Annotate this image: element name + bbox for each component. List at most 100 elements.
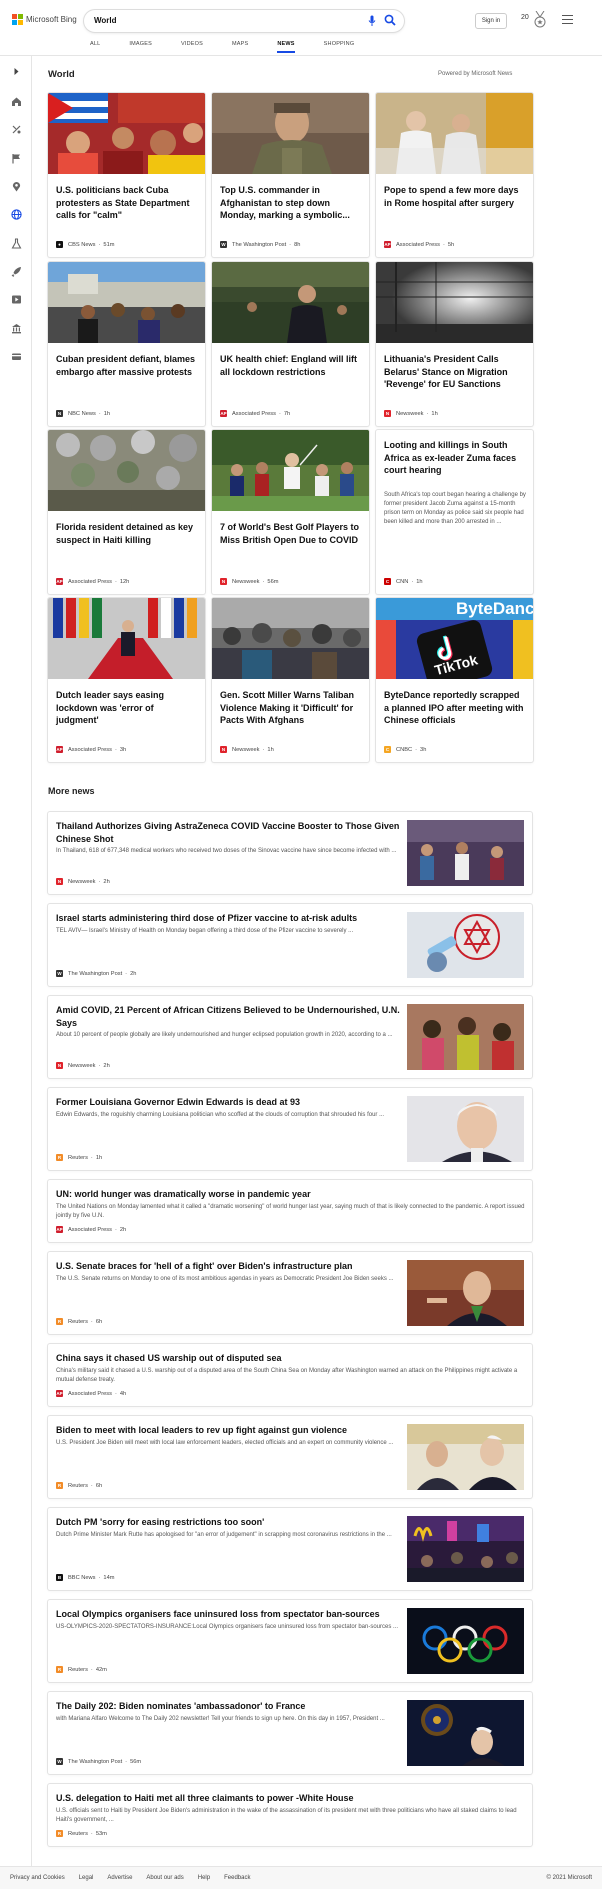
card-title[interactable]: Florida resident detained as key suspect… bbox=[56, 521, 198, 546]
tab-news[interactable]: NEWS bbox=[277, 41, 295, 53]
card-title[interactable]: U.S. politicians back Cuba protesters as… bbox=[56, 184, 198, 222]
row-description: with Mariana Alfaro Welcome to The Daily… bbox=[56, 1716, 385, 1722]
news-row[interactable]: U.S. Senate braces for 'hell of a fight'… bbox=[48, 1252, 532, 1334]
news-row[interactable]: Israel starts administering third dose o… bbox=[48, 904, 532, 986]
news-row[interactable]: Former Louisiana Governor Edwin Edwards … bbox=[48, 1088, 532, 1170]
expand-icon[interactable] bbox=[10, 65, 22, 77]
news-image bbox=[212, 93, 369, 174]
row-title[interactable]: U.S. delegation to Haiti met all three c… bbox=[56, 1792, 516, 1805]
row-title[interactable]: The Daily 202: Biden nominates 'ambassad… bbox=[56, 1700, 406, 1713]
home-icon[interactable] bbox=[10, 95, 22, 107]
row-source: R Reuters · 42m bbox=[56, 1666, 107, 1673]
news-image bbox=[48, 93, 205, 174]
tab-all[interactable]: ALL bbox=[90, 41, 100, 47]
footer-link-about-ads[interactable]: About our ads bbox=[146, 1875, 183, 1881]
row-title[interactable]: China says it chased US warship out of d… bbox=[56, 1352, 516, 1365]
row-title[interactable]: UN: world hunger was dramatically worse … bbox=[56, 1188, 516, 1201]
footer-link-help[interactable]: Help bbox=[198, 1875, 210, 1881]
row-title[interactable]: Israel starts administering third dose o… bbox=[56, 912, 406, 925]
news-row[interactable]: U.S. delegation to Haiti met all three c… bbox=[48, 1784, 532, 1846]
news-row[interactable]: Biden to meet with local leaders to rev … bbox=[48, 1416, 532, 1498]
logo-text: Microsoft Bing bbox=[26, 15, 77, 24]
pin-icon[interactable] bbox=[10, 180, 22, 192]
news-row[interactable]: Dutch PM 'sorry for easing restrictions … bbox=[48, 1508, 532, 1590]
news-row[interactable]: Local Olympics organisers face uninsured… bbox=[48, 1600, 532, 1682]
film-icon[interactable] bbox=[10, 293, 22, 305]
card-title[interactable]: ByteDance reportedly scrapped a planned … bbox=[384, 689, 526, 727]
news-card[interactable]: Gen. Scott Miller Warns Taliban Violence… bbox=[212, 598, 369, 762]
row-title[interactable]: Dutch PM 'sorry for easing restrictions … bbox=[56, 1516, 406, 1529]
row-title[interactable]: Former Louisiana Governor Edwin Edwards … bbox=[56, 1096, 406, 1109]
card-title[interactable]: UK health chief: England will lift all l… bbox=[220, 353, 362, 378]
rocket-icon[interactable] bbox=[10, 265, 22, 277]
card-title[interactable]: 7 of World's Best Golf Players to Miss B… bbox=[220, 521, 362, 546]
news-image bbox=[212, 430, 369, 511]
card-title[interactable]: Dutch leader says easing lockdown was 'e… bbox=[56, 689, 198, 727]
card-source: N Newsweek · 56m bbox=[220, 578, 279, 585]
microphone-icon[interactable] bbox=[368, 15, 376, 27]
sports-icon[interactable] bbox=[10, 123, 22, 135]
row-source: R Reuters · 53m bbox=[56, 1830, 107, 1837]
row-title[interactable]: U.S. Senate braces for 'hell of a fight'… bbox=[56, 1260, 406, 1273]
news-card[interactable]: Pope to spend a few more days in Rome ho… bbox=[376, 93, 533, 257]
globe-icon[interactable] bbox=[10, 208, 22, 220]
news-row[interactable]: China says it chased US warship out of d… bbox=[48, 1344, 532, 1406]
news-card[interactable]: Florida resident detained as key suspect… bbox=[48, 430, 205, 594]
row-title[interactable]: Biden to meet with local leaders to rev … bbox=[56, 1424, 406, 1437]
news-thumbnail bbox=[407, 1424, 524, 1490]
row-title[interactable]: Thailand Authorizes Giving AstraZeneca C… bbox=[56, 820, 406, 845]
row-source: B BBC News · 14m bbox=[56, 1574, 115, 1581]
flag-icon[interactable] bbox=[10, 152, 22, 164]
card-title[interactable]: Lithuania's President Calls Belarus' Sta… bbox=[384, 353, 526, 391]
news-card-text-only[interactable]: Looting and killings in South Africa as … bbox=[376, 430, 533, 594]
card-title[interactable]: Looting and killings in South Africa as … bbox=[384, 439, 526, 477]
card-description: South Africa's top court began hearing a… bbox=[384, 492, 526, 525]
news-card[interactable]: Dutch leader says easing lockdown was 'e… bbox=[48, 598, 205, 762]
news-card[interactable]: Top U.S. commander in Afghanistan to ste… bbox=[212, 93, 369, 257]
tab-images[interactable]: IMAGES bbox=[129, 41, 152, 47]
powered-by[interactable]: Powered by Microsoft News bbox=[438, 71, 512, 77]
news-row[interactable]: The Daily 202: Biden nominates 'ambassad… bbox=[48, 1692, 532, 1774]
footer-link-privacy[interactable]: Privacy and Cookies bbox=[10, 1875, 65, 1881]
tab-shopping[interactable]: SHOPPING bbox=[324, 41, 355, 47]
rewards-medal-icon[interactable] bbox=[533, 11, 547, 29]
news-row[interactable]: Thailand Authorizes Giving AstraZeneca C… bbox=[48, 812, 532, 894]
news-card[interactable]: UK health chief: England will lift all l… bbox=[212, 262, 369, 426]
reuters-logo-icon: R bbox=[56, 1666, 63, 1673]
card-title[interactable]: Gen. Scott Miller Warns Taliban Violence… bbox=[220, 689, 362, 727]
washington-post-logo-icon: W bbox=[220, 241, 227, 248]
search-box[interactable]: World bbox=[84, 10, 404, 32]
bing-logo[interactable]: Microsoft Bing bbox=[12, 14, 77, 25]
science-icon[interactable] bbox=[10, 237, 22, 249]
tab-maps[interactable]: MAPS bbox=[232, 41, 248, 47]
tab-videos[interactable]: VIDEOS bbox=[181, 41, 203, 47]
footer-link-advertise[interactable]: Advertise bbox=[107, 1875, 132, 1881]
footer-links: Privacy and Cookies Legal Advertise Abou… bbox=[10, 1875, 264, 1881]
footer-link-feedback[interactable]: Feedback bbox=[224, 1875, 250, 1881]
newsweek-logo-icon: N bbox=[220, 578, 227, 585]
card-source: N NBC News · 1h bbox=[56, 410, 111, 417]
card-icon[interactable] bbox=[10, 350, 22, 362]
bank-icon[interactable] bbox=[10, 322, 22, 334]
menu-icon[interactable] bbox=[562, 15, 573, 24]
news-card[interactable]: Lithuania's President Calls Belarus' Sta… bbox=[376, 262, 533, 426]
news-row[interactable]: Amid COVID, 21 Percent of African Citize… bbox=[48, 996, 532, 1078]
card-title[interactable]: Pope to spend a few more days in Rome ho… bbox=[384, 184, 526, 209]
search-input[interactable]: World bbox=[94, 16, 117, 25]
card-title[interactable]: Cuban president defiant, blames embargo … bbox=[56, 353, 198, 378]
news-card[interactable]: ByteDanceTikTok ByteDance reportedly scr… bbox=[376, 598, 533, 762]
news-thumbnail bbox=[407, 1004, 524, 1070]
news-row[interactable]: UN: world hunger was dramatically worse … bbox=[48, 1180, 532, 1242]
card-title[interactable]: Top U.S. commander in Afghanistan to ste… bbox=[220, 184, 362, 222]
row-title[interactable]: Local Olympics organisers face uninsured… bbox=[56, 1608, 406, 1621]
sign-in-button[interactable]: Sign in bbox=[475, 13, 507, 29]
footer-link-legal[interactable]: Legal bbox=[79, 1875, 94, 1881]
news-card[interactable]: Cuban president defiant, blames embargo … bbox=[48, 262, 205, 426]
news-image bbox=[212, 598, 369, 679]
news-card[interactable]: 7 of World's Best Golf Players to Miss B… bbox=[212, 430, 369, 594]
ap-logo-icon: AP bbox=[56, 1390, 63, 1397]
search-icon[interactable] bbox=[384, 14, 396, 26]
news-card[interactable]: U.S. politicians back Cuba protesters as… bbox=[48, 93, 205, 257]
row-title[interactable]: Amid COVID, 21 Percent of African Citize… bbox=[56, 1004, 406, 1029]
rewards-count[interactable]: 20 bbox=[521, 14, 529, 21]
